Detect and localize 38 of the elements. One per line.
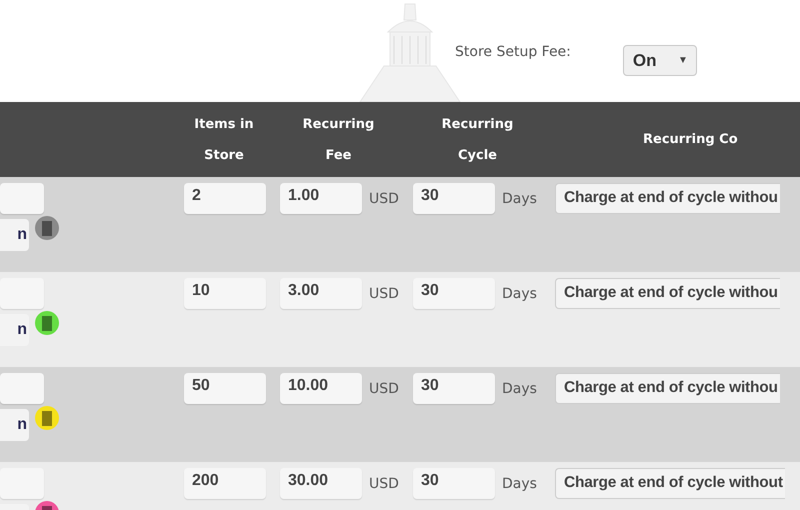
column-header: Recurring Cycle	[440, 116, 514, 164]
setup-fee-label: Store Setup Fee:	[455, 44, 571, 60]
condition-select[interactable]: Charge at end of cycle without	[555, 468, 785, 499]
items-field[interactable]: 10	[184, 278, 266, 309]
column-header: Recurring Fee	[302, 116, 376, 164]
unit-label: Days	[502, 381, 537, 397]
name-field[interactable]	[0, 278, 44, 309]
cycle-field[interactable]: 30	[413, 373, 495, 404]
name-field[interactable]	[0, 468, 44, 499]
cycle-field[interactable]: 30	[413, 278, 495, 309]
condition-select[interactable]: Charge at end of cycle withou	[555, 278, 780, 309]
unit-label: Days	[502, 191, 537, 207]
caret-icon: ▼	[678, 55, 688, 66]
fee-field[interactable]: 3.00	[280, 278, 362, 309]
setup-fee-select[interactable]: On ▼	[622, 45, 697, 76]
name-field[interactable]	[0, 373, 44, 404]
row-button[interactable]: n	[0, 409, 29, 441]
unit-label: Days	[502, 476, 537, 492]
fee-field[interactable]: 30.00	[280, 468, 362, 499]
fee-field[interactable]: 1.00	[280, 183, 362, 214]
cycle-field[interactable]: 30	[413, 183, 495, 214]
unit-label: Days	[502, 286, 537, 302]
currency-label: USD	[369, 476, 399, 492]
condition-select[interactable]: Charge at end of cycle withou	[555, 183, 780, 214]
currency-label: USD	[369, 286, 399, 302]
row-button[interactable]: n	[0, 314, 29, 346]
column-header: Recurring Co	[642, 131, 739, 149]
currency-label: USD	[369, 191, 399, 207]
cycle-field[interactable]: 30	[413, 468, 495, 499]
row-button[interactable]: n	[0, 219, 29, 251]
items-field[interactable]: 200	[184, 468, 266, 499]
items-field[interactable]: 2	[184, 183, 266, 214]
name-field[interactable]	[0, 183, 44, 214]
condition-select[interactable]: Charge at end of cycle withou	[555, 373, 780, 404]
items-field[interactable]: 50	[184, 373, 266, 404]
currency-label: USD	[369, 381, 399, 397]
fee-field[interactable]: 10.00	[280, 373, 362, 404]
column-header: Items in Store	[193, 116, 255, 164]
